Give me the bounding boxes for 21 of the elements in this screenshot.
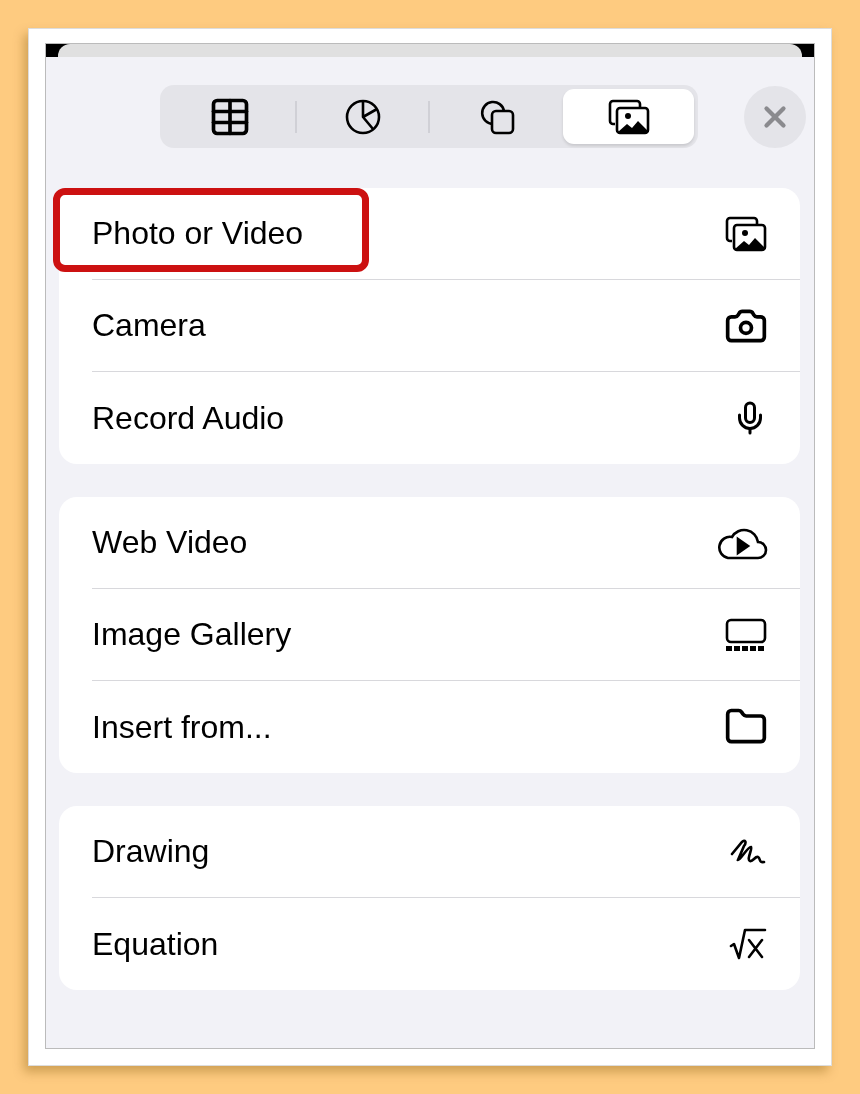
menu-item-label: Drawing <box>92 833 210 870</box>
menu-item-label: Record Audio <box>92 399 285 437</box>
gallery-icon <box>724 616 768 653</box>
menu-item[interactable]: Record Audio <box>92 372 800 464</box>
menu-item-label: Insert from... <box>92 708 272 746</box>
menu-item-label: Photo or Video <box>92 215 304 252</box>
menu-item-label: Web Video <box>92 524 248 561</box>
photos-icon <box>606 97 651 136</box>
menu-item[interactable]: Drawing <box>92 806 800 898</box>
menu-item[interactable]: Insert from... <box>92 681 800 773</box>
menu-item-label: Camera <box>92 307 206 344</box>
menu-item[interactable]: Photo or Video <box>92 188 800 280</box>
photos-icon <box>724 214 768 253</box>
menu-item[interactable]: Camera <box>92 280 800 372</box>
menu-item-label: Image Gallery <box>92 616 292 653</box>
menu-item[interactable]: Web Video <box>92 497 800 589</box>
tab[interactable] <box>563 89 695 144</box>
menu-item[interactable]: Image Gallery <box>92 589 800 681</box>
square-root-icon <box>728 927 768 961</box>
menu-item[interactable]: Equation <box>92 898 800 990</box>
menu-item-label: Equation <box>92 925 219 963</box>
